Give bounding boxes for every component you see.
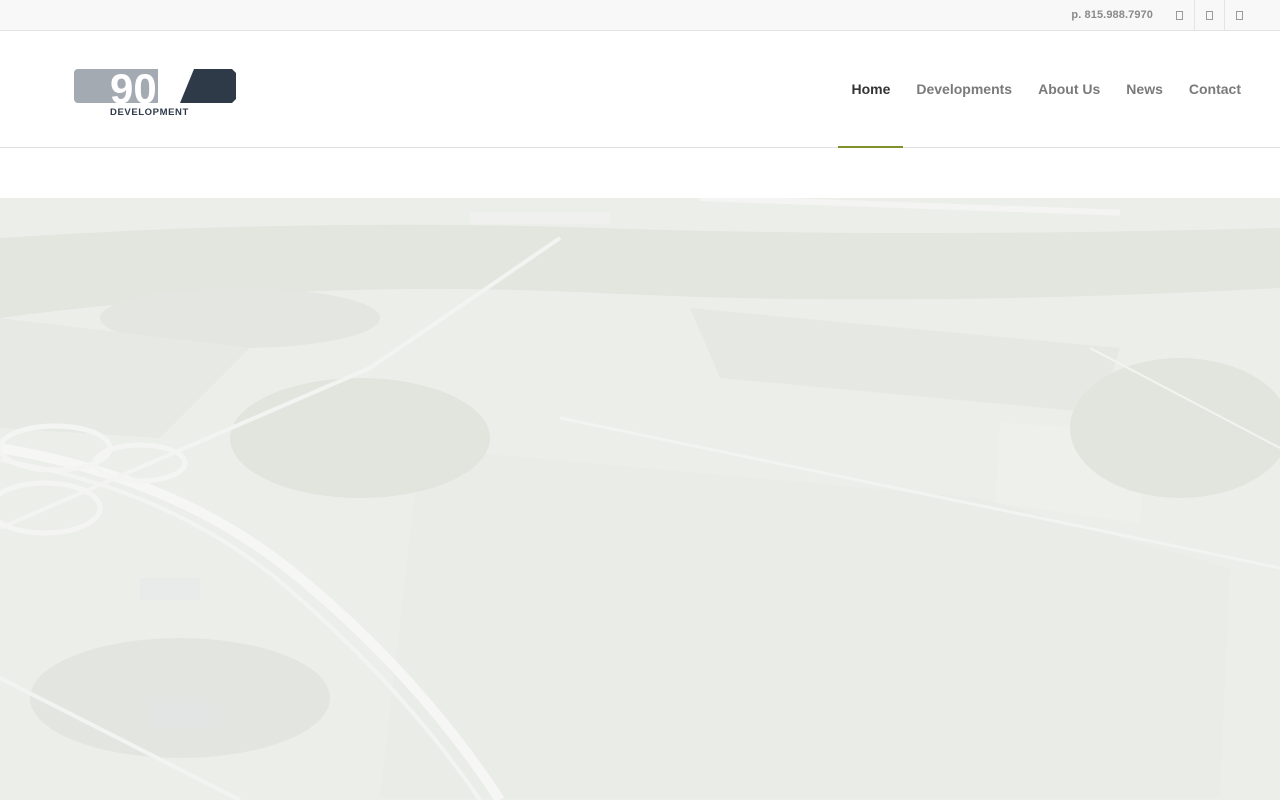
social-icon-2[interactable] [1194, 0, 1224, 30]
social-links [1164, 0, 1254, 30]
logo-number: 907 [110, 67, 180, 112]
site-header: 907 DEVELOPMENT Home Developments About … [0, 31, 1280, 148]
main-nav: Home Developments About Us News Contact [838, 31, 1254, 148]
social-icon-3[interactable] [1224, 0, 1254, 30]
nav-item-news[interactable]: News [1113, 31, 1176, 147]
logo-word: DEVELOPMENT [110, 107, 189, 118]
aerial-photo-illustration [0, 198, 1280, 800]
hero-aerial-image [0, 198, 1280, 800]
site-logo[interactable]: 907 DEVELOPMENT [74, 67, 236, 119]
nav-item-developments[interactable]: Developments [903, 31, 1025, 147]
nav-item-about-us[interactable]: About Us [1025, 31, 1113, 147]
social-icon-1[interactable] [1164, 0, 1194, 30]
missing-glyph-icon [1236, 10, 1243, 20]
nav-item-contact[interactable]: Contact [1176, 31, 1254, 147]
nav-item-home[interactable]: Home [838, 31, 904, 148]
missing-glyph-icon [1175, 10, 1183, 20]
top-bar: p. 815.988.7970 [0, 0, 1280, 31]
phone-number: p. 815.988.7970 [1071, 9, 1153, 21]
missing-glyph-icon [1206, 10, 1213, 20]
